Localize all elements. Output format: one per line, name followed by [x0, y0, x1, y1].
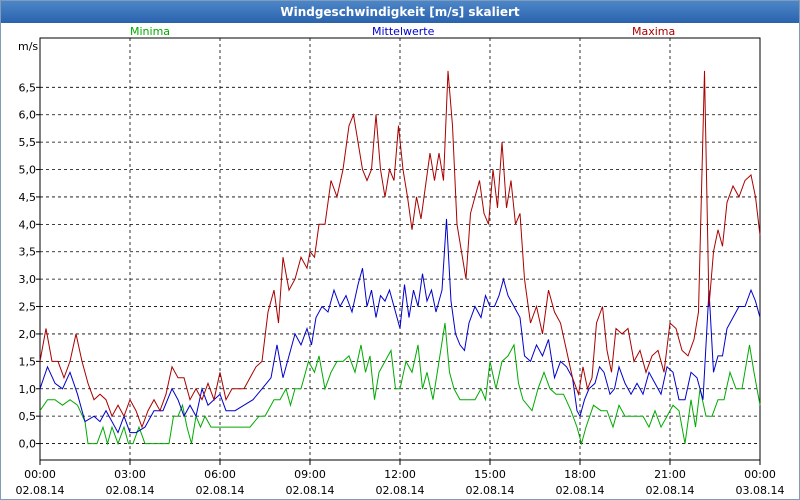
x-tick-date-label: 02.08.14	[196, 484, 245, 497]
y-tick-label: 0,5	[19, 410, 37, 423]
y-tick-label: 1,5	[19, 355, 37, 368]
y-tick-label: 0,0	[19, 438, 37, 451]
wind-speed-chart: 0,0 0,5 1,0 1,5 2,0 2,5 3,0 3,5 4,0 4,5 5,0 5,5 6,0 6…	[16, 25, 785, 497]
series-line-minima	[39, 322, 761, 446]
y-tick-label: 5,5	[19, 136, 37, 149]
y-axis-ticks: 0,0 0,5 1,0 1,5 2,0 2,5 3,0 3,5 4,0 4,5 5,0 5,5 6,0 6…	[19, 81, 40, 451]
y-tick-label: 2,5	[19, 301, 37, 314]
x-tick-time-label: 00:00	[24, 468, 56, 481]
series-lines	[39, 70, 761, 446]
y-tick-label: 4,0	[19, 218, 37, 231]
x-tick-time-label: 21:00	[654, 468, 686, 481]
x-tick-date-label: 02.08.14	[646, 484, 695, 497]
legend-minima: Minima	[130, 25, 170, 38]
legend-mittelwerte: Mittelwerte	[372, 25, 435, 38]
x-tick-date-label: 03.08.14	[736, 484, 785, 497]
y-tick-label: 3,0	[19, 273, 37, 286]
x-tick-time-label: 15:00	[474, 468, 506, 481]
y-tick-label: 4,5	[19, 191, 37, 204]
y-axis-unit-label: m/s	[18, 40, 38, 53]
x-tick-time-label: 00:00	[744, 468, 776, 481]
y-tick-label: 6,5	[19, 81, 37, 94]
y-tick-label: 3,5	[19, 246, 37, 259]
x-tick-date-label: 02.08.14	[556, 484, 605, 497]
x-tick-date-label: 02.08.14	[106, 484, 155, 497]
y-tick-label: 5,0	[19, 164, 37, 177]
x-tick-time-label: 18:00	[564, 468, 596, 481]
x-tick-time-label: 09:00	[294, 468, 326, 481]
grid-lines	[40, 38, 760, 460]
x-tick-time-label: 03:00	[114, 468, 146, 481]
y-tick-label: 1,0	[19, 383, 37, 396]
x-tick-date-label: 02.08.14	[466, 484, 515, 497]
x-tick-time-label: 12:00	[384, 468, 416, 481]
x-tick-date-label: 02.08.14	[16, 484, 65, 497]
y-tick-label: 2,0	[19, 328, 37, 341]
y-tick-label: 6,0	[19, 109, 37, 122]
x-tick-time-label: 06:00	[204, 468, 236, 481]
x-tick-date-label: 02.08.14	[286, 484, 335, 497]
x-axis-ticks: 00:00 02.08.14 03:00 02.08.14 06:00 02.08.14 0…	[16, 460, 785, 497]
legend-maxima: Maxima	[632, 25, 675, 38]
x-tick-date-label: 02.08.14	[376, 484, 425, 497]
